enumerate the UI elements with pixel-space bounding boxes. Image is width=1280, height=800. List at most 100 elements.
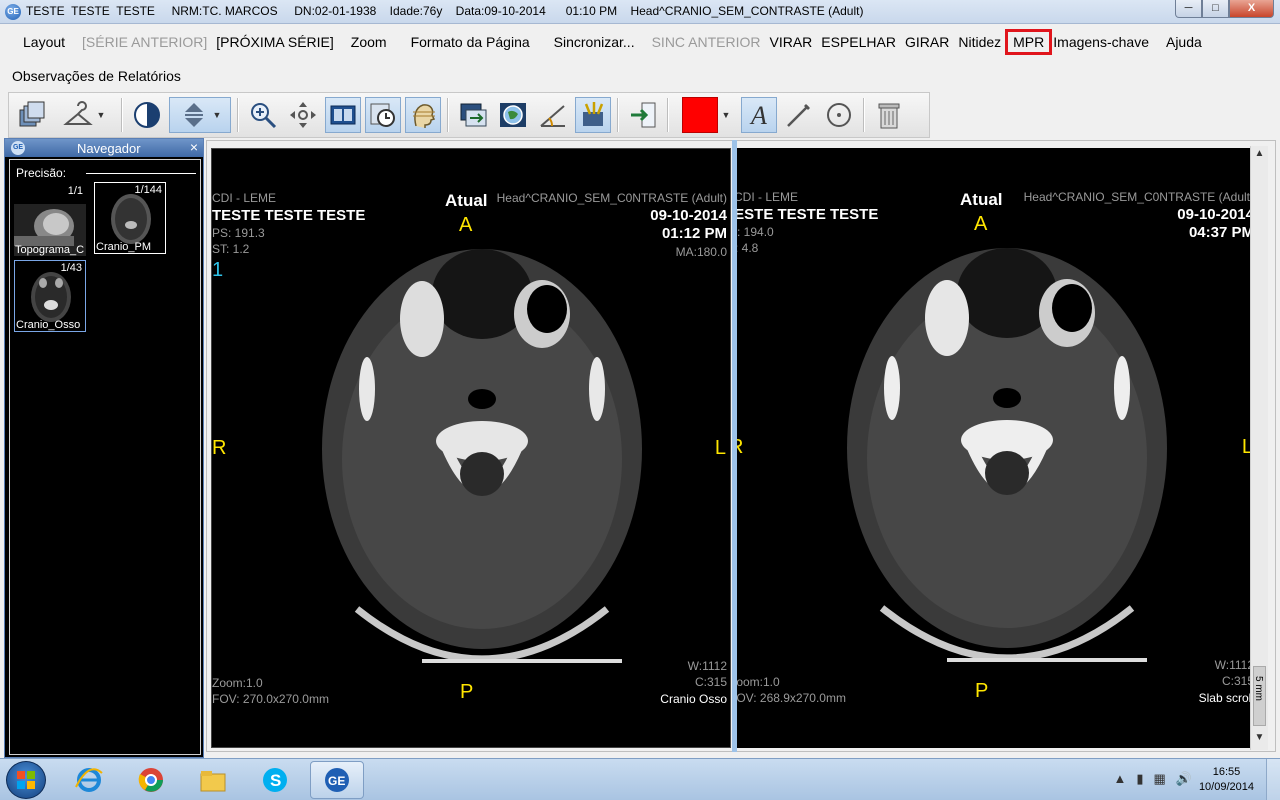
chrome-icon[interactable] (124, 761, 178, 799)
taskbar-clock[interactable]: 16:55 10/09/2014 (1199, 765, 1254, 795)
ge-logo-icon: GE (11, 141, 25, 155)
tray-expand-icon[interactable]: ▲ (1113, 771, 1126, 787)
menu-key-images[interactable]: Imagens-chave (1053, 34, 1149, 50)
close-button[interactable]: X (1229, 0, 1274, 18)
image-scrollbar[interactable]: ▲ 5 mm ▼ (1250, 146, 1268, 750)
scroll-up-button[interactable]: ▲ (1251, 148, 1268, 164)
viewport-left[interactable]: CDI - LEME Head^CRANIO_SEM_C0NTRASTE (Ad… (211, 148, 731, 748)
annotation-tools-icon[interactable] (575, 97, 611, 133)
minimize-button[interactable]: ─ (1175, 0, 1202, 18)
menu-flip[interactable]: VIRAR (770, 34, 813, 50)
skype-icon[interactable]: S (248, 761, 302, 799)
scroll-down-button[interactable]: ▼ (1251, 732, 1268, 748)
field-of-view: FOV: 268.9x270.0mm (737, 691, 846, 705)
menu-layout[interactable]: Layout (23, 34, 65, 50)
tray-device-icon[interactable]: ▮ (1136, 771, 1143, 787)
text-annotation-icon[interactable]: A (741, 97, 777, 133)
series-thumbnail-cranio-pm[interactable]: 1/144 Cranio_PM (94, 182, 166, 254)
menu-report-notes[interactable]: Observações de Relatórios (12, 68, 181, 84)
window-title: TESTE TESTE TESTE NRM:TC. MARCOS DN:02-0… (26, 4, 864, 18)
menu-bar: Layout [SÉRIE ANTERIOR] [PRÓXIMA SÉRIE] … (0, 24, 1280, 86)
study-date: 09-10-2014 (650, 207, 727, 224)
internet-explorer-icon[interactable] (62, 761, 116, 799)
image-export-icon[interactable] (455, 97, 491, 133)
volume-icon[interactable]: 🔊 (1176, 771, 1192, 787)
menu-page-format[interactable]: Formato da Página (411, 34, 530, 50)
navigator-close-button[interactable]: × (190, 139, 198, 155)
menu-rotate[interactable]: GIRAR (905, 34, 949, 50)
orientation-anterior: A (974, 213, 988, 235)
thumbnail-count: 1/43 (60, 262, 82, 274)
system-tray: ▲ ▮ ▦ 🔊 (1113, 771, 1192, 787)
series-thumbnail-cranio-osso[interactable]: 1/43 Cranio_Osso (14, 260, 86, 332)
show-desktop-button[interactable] (1266, 759, 1280, 800)
head-profile-icon[interactable] (405, 97, 441, 133)
current-label: Atual (960, 190, 1003, 209)
line-tool-icon[interactable] (781, 97, 817, 133)
zoom-in-icon[interactable] (245, 97, 281, 133)
thumbnail-count: 1/144 (134, 184, 162, 196)
thumbnail-name: Topograma_C (15, 244, 85, 256)
orientation-posterior: P (460, 681, 474, 703)
window-center: C:315 (694, 675, 727, 689)
hanger-tool-icon[interactable]: ▼ (53, 97, 115, 133)
ct-axial-image (322, 249, 642, 663)
menu-mirror[interactable]: ESPELHAR (821, 34, 896, 50)
zoom-level: Zoom:1.0 (212, 676, 263, 690)
sign-in-icon[interactable] (625, 97, 661, 133)
network-icon[interactable]: ▦ (1154, 771, 1166, 787)
scroll-tool-icon[interactable]: ▼ (169, 97, 231, 133)
image-index: 1 (212, 259, 224, 281)
study-date: 09-10-2014 (1177, 206, 1254, 223)
patient-name: TESTE TESTE TESTE (737, 206, 879, 223)
contrast-icon[interactable] (129, 97, 165, 133)
navigator-header: GE Navegador × (5, 139, 203, 157)
institution-label: CDI - LEME (212, 191, 277, 205)
toolbar-separator (617, 98, 619, 132)
toolbar-separator (863, 98, 865, 132)
maximize-button[interactable]: □ (1202, 0, 1229, 18)
menu-help[interactable]: Ajuda (1166, 34, 1202, 50)
trash-icon[interactable] (871, 97, 907, 133)
ge-logo-icon: GE (5, 4, 21, 20)
viewport-layout-icon[interactable] (325, 97, 361, 133)
series-thumbnail-topogram[interactable]: 1/1 Topograma_C (14, 184, 86, 256)
orientation-posterior: P (975, 680, 989, 702)
annotation-color-swatch[interactable] (681, 97, 718, 133)
slice-unit-label: 5 mm (1253, 676, 1264, 701)
pixel-spacing: PS: 194.0 (737, 225, 774, 239)
ge-viewer-taskbar-icon[interactable]: GE (310, 761, 364, 799)
globe-icon[interactable] (495, 97, 531, 133)
windows-start-icon[interactable] (6, 761, 46, 799)
toolbar-separator (121, 98, 123, 132)
pan-icon[interactable] (285, 97, 321, 133)
thumbnail-name: Cranio_Osso (16, 319, 81, 331)
clock-time: 16:55 (1212, 766, 1241, 778)
menu-zoom[interactable]: Zoom (351, 34, 387, 50)
series-name: Cranio Osso (660, 692, 727, 706)
ma-value: MA:180.0 (675, 245, 727, 259)
menu-row-2: Observações de Relatórios (12, 65, 198, 87)
study-time: 04:37 PM (1188, 224, 1254, 241)
viewport-right[interactable]: CDI - LEME Head^CRANIO_SEM_C0NTRASTE (Ad… (737, 148, 1257, 748)
menu-synchronize[interactable]: Sincronizar... (554, 34, 635, 50)
menu-next-series[interactable]: [PRÓXIMA SÉRIE] (216, 34, 333, 50)
menu-sync-previous[interactable]: SINC ANTERIOR (652, 34, 761, 50)
menu-mpr[interactable]: MPR (1005, 29, 1053, 55)
cine-timer-icon[interactable] (365, 97, 401, 133)
color-picker[interactable]: ▼ (675, 97, 737, 133)
current-label: Atual (445, 191, 488, 210)
circle-tool-icon[interactable] (821, 97, 857, 133)
menu-previous-series[interactable]: [SÉRIE ANTERIOR] (82, 34, 207, 50)
window-width: W:1112 (687, 659, 727, 673)
file-explorer-icon[interactable] (186, 761, 240, 799)
title-bar: GE TESTE TESTE TESTE NRM:TC. MARCOS DN:0… (0, 0, 1280, 24)
menu-row-1: Layout [SÉRIE ANTERIOR] [PRÓXIMA SÉRIE] … (23, 29, 1219, 55)
menu-sharpness[interactable]: Nitidez (958, 34, 1001, 50)
slice-thickness: ST: 1.2 (212, 242, 250, 256)
angle-measure-icon[interactable] (535, 97, 571, 133)
precision-slider[interactable] (86, 173, 196, 174)
clock-date: 10/09/2014 (1198, 781, 1254, 793)
app-window: GE TESTE TESTE TESTE NRM:TC. MARCOS DN:0… (0, 0, 1280, 800)
stack-layers-icon[interactable] (13, 97, 49, 133)
